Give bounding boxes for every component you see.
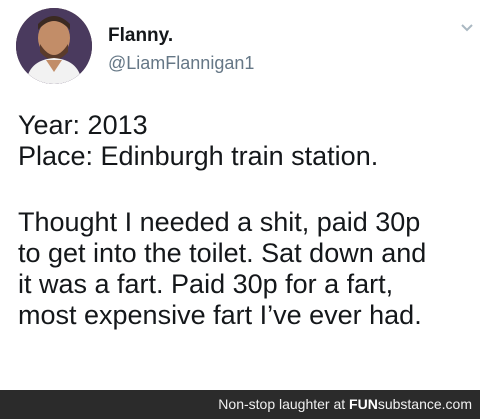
watermark-brand-rest: substance — [377, 396, 442, 412]
avatar[interactable] — [16, 8, 92, 84]
watermark-brand-bold: FUN — [349, 396, 378, 412]
tweet-line: Year: 2013 — [18, 110, 148, 140]
user-handle[interactable]: @LiamFlannigan1 — [108, 53, 254, 74]
tweet-line: most expensive fart I’ve ever had. — [18, 300, 422, 330]
watermark-prefix: Non-stop laughter at — [218, 396, 346, 412]
watermark-bar: Non-stop laughter at FUNsubstance.com — [0, 390, 480, 419]
tweet-line: to get into the toilet. Sat down and — [18, 238, 427, 268]
tweet-text: Year: 2013 Place: Edinburgh train statio… — [18, 110, 480, 331]
chevron-down-icon[interactable] — [460, 20, 474, 34]
avatar-photo-icon — [16, 8, 92, 84]
tweet-card: Flanny. @LiamFlannigan1 Year: 2013 Place… — [0, 0, 480, 390]
display-name[interactable]: Flanny. — [108, 25, 173, 47]
watermark-suffix: .com — [441, 396, 472, 412]
tweet-line: Place: Edinburgh train station. — [18, 141, 379, 171]
tweet-line: it was a fart. Paid 30p for a fart, — [18, 269, 394, 299]
tweet-line: Thought I needed a shit, paid 30p — [18, 207, 421, 237]
